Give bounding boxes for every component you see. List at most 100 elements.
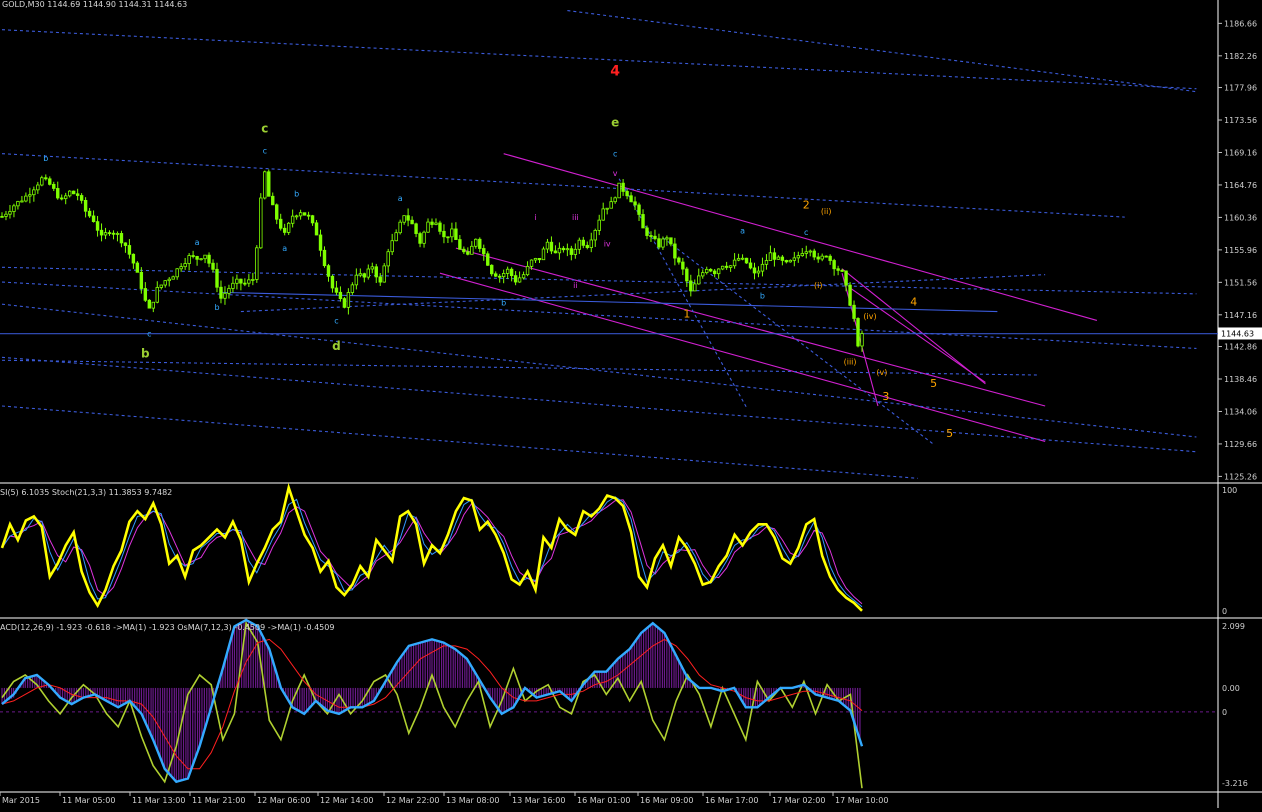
y-tick-label: 1169.16 <box>1224 148 1257 157</box>
x-tick-label: 12 Mar 14:00 <box>320 796 373 805</box>
candle-body <box>175 268 179 278</box>
candle-body <box>20 200 24 203</box>
candle-body <box>334 287 339 293</box>
candle-body <box>44 177 48 180</box>
candle-body <box>533 257 538 261</box>
candle-body <box>4 213 8 217</box>
wave-label: (iv) <box>863 312 876 321</box>
candle-body <box>693 283 697 292</box>
candle-body <box>402 215 406 223</box>
candle-body <box>490 264 494 275</box>
stoch-signal-blue <box>1 496 863 608</box>
wave-label: 2 <box>803 198 810 211</box>
y-tick-label: 1182.26 <box>1224 52 1257 61</box>
candle-body <box>318 234 323 251</box>
candle-body <box>712 270 717 275</box>
candle-body <box>183 263 187 268</box>
candle-body <box>466 251 470 255</box>
candle-body <box>95 221 100 231</box>
candle-body <box>362 273 367 278</box>
candle-body <box>326 265 331 277</box>
candle-body <box>537 257 542 261</box>
candle-body <box>398 221 402 234</box>
candle-body <box>235 278 239 284</box>
candle-body <box>856 318 860 347</box>
candle-body <box>314 222 319 236</box>
chart-window[interactable]: 1186.66 1182.26 1177.96 1173.56 1169.16 1164.… <box>0 0 1262 808</box>
stoch-header: SI(5) 6.1035 Stoch(21,3,3) 11.3853 9.748… <box>0 488 173 497</box>
candle-body <box>215 268 219 288</box>
candle-body <box>788 259 793 263</box>
candle-body <box>593 230 597 241</box>
x-tick-label: 17 Mar 10:00 <box>835 796 888 805</box>
candle-body <box>740 257 745 260</box>
trend-line <box>849 287 986 383</box>
candle-body <box>709 268 713 272</box>
macd-y-label: -3.216 <box>1222 779 1248 788</box>
trend-line <box>220 291 998 313</box>
candle-body <box>848 284 852 306</box>
candle-body <box>111 232 116 235</box>
wave-label: 5 <box>946 427 953 440</box>
macd-y-label: 0.00 <box>1222 684 1240 693</box>
candle-body <box>724 265 729 268</box>
candle-body <box>195 256 199 260</box>
candle-body <box>573 248 578 255</box>
candle-body <box>36 184 40 191</box>
candle-body <box>784 260 789 263</box>
candle-body <box>760 263 765 272</box>
wave-label: iv <box>604 240 611 249</box>
y-tick-label: 1142.86 <box>1224 343 1257 352</box>
x-tick-label: 13 Mar 16:00 <box>512 796 565 805</box>
candle-body <box>728 265 733 268</box>
stoch-y-label: 0 <box>1222 607 1227 616</box>
macd-y-label: 0 <box>1222 708 1227 717</box>
candle-body <box>764 260 769 265</box>
candle-body <box>267 171 271 197</box>
candle-body <box>716 268 721 275</box>
candle-body <box>521 274 526 279</box>
candle-body <box>199 258 203 261</box>
x-tick-label: 11 Mar 05:00 <box>62 796 115 805</box>
trend-line <box>1 303 1197 438</box>
candle-body <box>796 255 800 259</box>
candle-body <box>123 242 128 246</box>
x-tick-label: 12 Mar 22:00 <box>386 796 439 805</box>
y-tick-label: 1125.26 <box>1224 472 1257 481</box>
wave-label: (ii) <box>821 207 832 216</box>
wave-label: c <box>804 228 808 237</box>
chart-canvas[interactable]: 1186.66 1182.26 1177.96 1173.56 1169.16 1164.… <box>0 0 1262 808</box>
trend-line <box>1 281 1197 350</box>
candle-body <box>275 204 279 220</box>
macd-header: ACD(12,26,9) -1.923 -0.618 ->MA(1) -1.92… <box>0 623 335 632</box>
y-tick-label: 1134.06 <box>1224 407 1257 416</box>
candle-body <box>772 252 777 260</box>
candle-body <box>135 262 140 273</box>
wave-label: b <box>43 154 48 163</box>
wave-label: 5 <box>930 377 937 390</box>
wave-label: c <box>613 150 617 159</box>
candle-body <box>517 277 522 283</box>
candle-body <box>358 273 363 276</box>
candle-body <box>211 262 215 270</box>
candle-body <box>852 304 856 319</box>
wave-label: (i) <box>814 281 822 290</box>
candle-body <box>298 212 303 217</box>
candle-body <box>64 195 68 200</box>
trend-line <box>841 268 986 385</box>
main-header: GOLD,M30 1144.69 1144.90 1144.31 1144.63 <box>2 0 188 9</box>
x-tick-label: 17 Mar 02:00 <box>772 796 825 805</box>
candle-body <box>780 256 785 261</box>
candle-body <box>8 211 12 215</box>
candle-body <box>513 275 518 283</box>
candle-body <box>131 253 136 264</box>
candle-body <box>251 279 255 281</box>
candle-body <box>203 254 207 260</box>
candle-body <box>756 270 761 274</box>
y-tick-label: 1160.36 <box>1224 213 1257 222</box>
candle-body <box>426 221 430 233</box>
candle-body <box>28 194 32 197</box>
candle-body <box>836 268 840 271</box>
candle-body <box>167 278 171 282</box>
candle-body <box>103 232 108 236</box>
